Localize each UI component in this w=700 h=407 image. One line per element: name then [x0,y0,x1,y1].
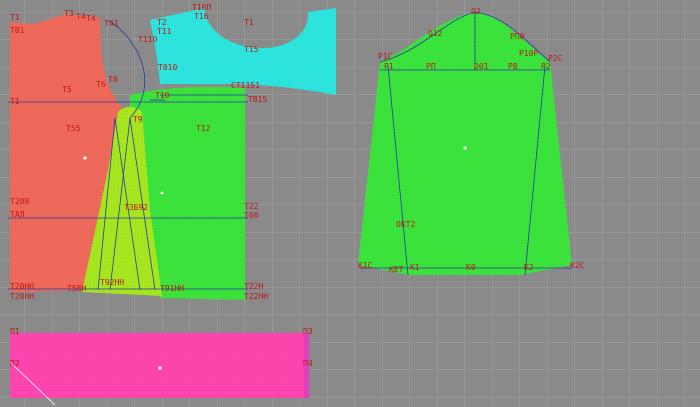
label-t00: T00 [244,211,259,220]
label-t8: T8 [108,75,118,84]
label-t20nn: T20HH [10,282,35,291]
label-t4: T4 [76,12,86,21]
label-t815: TB15 [248,95,268,104]
label-t16p: T16П [192,3,212,12]
label-t1151: CT1151 [231,81,260,90]
label-t01: T01 [10,26,25,35]
label-p4-waist: П4 [303,359,313,368]
label-t58h: T58H [67,284,87,293]
label-t10: T10 [155,91,170,100]
label-t208: T208 [10,197,30,206]
label-k1c: K1C [358,261,373,270]
label-k0: K0 [466,263,476,272]
label-t41: T41 [104,19,119,28]
label-t1-side: T1 [10,97,20,106]
label-t91hh: T91HH [160,284,185,293]
label-t20hh: T20HH [10,292,35,301]
label-t55: T55 [66,124,81,133]
label-t22: T22 [244,202,259,211]
label-ket: KET [389,265,404,274]
label-t5: T5 [62,85,72,94]
pattern-canvas[interactable] [0,0,700,407]
label-okt2: OKT2 [396,220,416,229]
label-o01: O01 [474,62,489,71]
label-t16: T16 [194,12,209,21]
label-t15: T15 [244,45,259,54]
label-t11: T11 [157,27,172,36]
label-t4b: T4 [86,14,96,23]
label-t010: T010 [158,63,178,72]
label-p10p: P10P [519,49,539,58]
label-p2: P2 [541,62,551,71]
label-t1-top: T1 [10,13,20,22]
label-t22hh: T22H [244,282,264,291]
label-tal: TAЛ [10,210,25,219]
label-p1: P1 [384,62,394,71]
label-o2: O2 [471,7,481,16]
label-t6: T6 [96,80,106,89]
label-p2-waist: П2 [10,359,20,368]
label-t3: T3 [64,9,74,18]
label-p8: PB [508,62,518,71]
label-k2: K2 [524,263,534,272]
label-t2: T2 [157,18,167,27]
label-p1-waist: П1 [10,327,20,336]
label-t9: T9 [133,115,143,124]
label-nf-t1: T1 [244,18,254,27]
label-t12: T12 [196,124,211,133]
label-p1c: P1C [378,52,393,61]
label-q12: Q12 [428,29,443,38]
label-k1: K1 [410,263,420,272]
label-pp0: PП0 [510,32,525,41]
label-t392: T3Б92 [124,203,149,212]
label-k2c: K2C [570,261,585,270]
label-pp: PП [426,62,436,71]
label-t92hh: T92HH [100,278,125,287]
waistband-hatch [10,333,308,398]
label-t22nn: T22HH [244,292,269,301]
label-t110: T11O [138,35,158,44]
label-p3-waist: ПЗ [303,327,313,336]
